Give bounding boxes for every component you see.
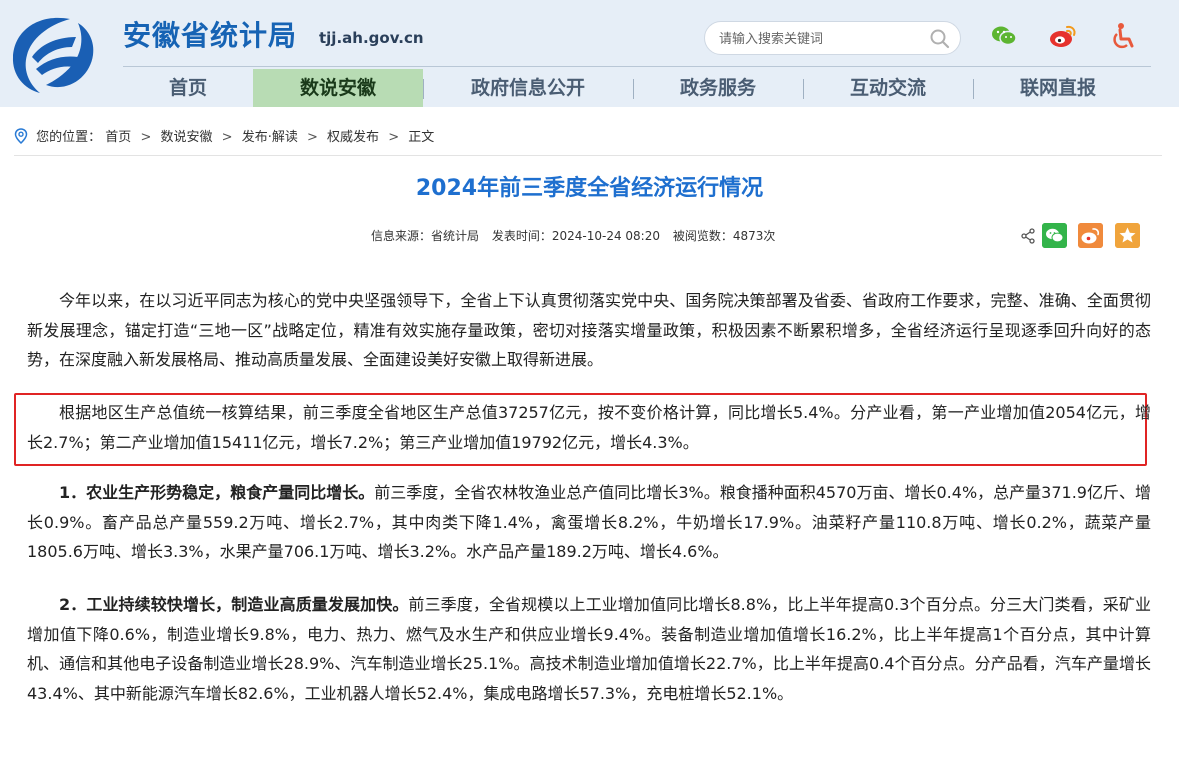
article-paragraph-highlighted: 根据地区生产总值统一核算结果，前三季度全省地区生产总值37257亿元，按不变价格… (27, 398, 1151, 457)
article-meta: 信息来源：省统计局 发表时间：2024-10-24 08:20 被阅览数：487… (371, 227, 784, 245)
share-wechat-icon[interactable] (1042, 223, 1067, 248)
share-weibo-icon[interactable] (1078, 223, 1103, 248)
breadcrumb-separator: > (221, 130, 233, 145)
breadcrumb-link-data-anhui[interactable]: 数说安徽 (161, 130, 213, 145)
search-input[interactable] (719, 28, 919, 50)
breadcrumb-prefix: 您的位置： (36, 130, 102, 145)
site-logo-icon[interactable] (10, 13, 96, 95)
paragraph-heading: 1．农业生产形势稳定，粮食产量同比增长。 (59, 483, 375, 502)
breadcrumb-divider (14, 155, 1162, 156)
article-views: 被阅览数：4873次 (672, 229, 776, 243)
nav-item-interaction[interactable]: 互动交流 (803, 69, 973, 107)
nav-top-divider (123, 66, 1151, 67)
article-paragraph: 1．农业生产形势稳定，粮食产量同比增长。前三季度，全省农林牧渔业总产值同比增长3… (27, 478, 1151, 567)
nav-item-home[interactable]: 首页 (123, 69, 253, 107)
wechat-icon[interactable] (989, 21, 1019, 51)
weibo-icon[interactable] (1048, 21, 1078, 51)
article-paragraph: 今年以来，在以习近平同志为核心的党中央坚强领导下，全省上下认真贯彻落实党中央、国… (27, 286, 1151, 375)
article-title: 2024年前三季度全省经济运行情况 (415, 176, 764, 201)
breadcrumb-link-release[interactable]: 发布·解读 (242, 130, 298, 145)
site-title[interactable]: 安徽省统计局 (123, 16, 297, 56)
article-source: 信息来源：省统计局 (371, 229, 480, 243)
breadcrumb-separator: > (388, 130, 400, 145)
paragraph-text: 根据地区生产总值统一核算结果，前三季度全省地区生产总值37257亿元，按不变价格… (27, 403, 1151, 452)
search-icon[interactable] (929, 28, 951, 50)
accessibility-icon[interactable] (1108, 21, 1138, 51)
site-domain: tjj.ah.gov.cn (319, 29, 424, 47)
nav-item-gov-info[interactable]: 政府信息公开 (423, 69, 633, 107)
nav-item-direct-report[interactable]: 联网直报 (973, 69, 1143, 107)
main-nav: 首页 数说安徽 政府信息公开 政务服务 互动交流 联网直报 (123, 69, 1151, 107)
breadcrumb-separator: > (306, 130, 318, 145)
search-box (704, 21, 961, 55)
share-icon[interactable] (1020, 228, 1036, 244)
nav-item-data-anhui[interactable]: 数说安徽 (253, 69, 423, 107)
paragraph-text: 今年以来，在以习近平同志为核心的党中央坚强领导下，全省上下认真贯彻落实党中央、国… (27, 291, 1151, 370)
paragraph-heading: 2．工业持续较快增长，制造业高质量发展加快。 (59, 595, 409, 614)
site-header: 安徽省统计局 tjj.ah.gov.cn 首页 数说安徽 政府信息公开 政务服务 (0, 0, 1179, 107)
breadcrumb-separator: > (140, 130, 152, 145)
article-paragraph: 2．工业持续较快增长，制造业高质量发展加快。前三季度，全省规模以上工业增加值同比… (27, 590, 1151, 708)
nav-item-services[interactable]: 政务服务 (633, 69, 803, 107)
share-favorite-icon[interactable] (1115, 223, 1140, 248)
article-publish-time: 发表时间：2024-10-24 08:20 (491, 229, 660, 243)
breadcrumb-current: 正文 (408, 130, 435, 145)
breadcrumb-link-home[interactable]: 首页 (105, 130, 131, 145)
location-pin-icon (14, 128, 28, 144)
breadcrumb: 您的位置： 首页 > 数说安徽 > 发布·解读 > 权威发布 > 正文 (14, 128, 434, 148)
breadcrumb-link-authoritative[interactable]: 权威发布 (327, 130, 379, 145)
